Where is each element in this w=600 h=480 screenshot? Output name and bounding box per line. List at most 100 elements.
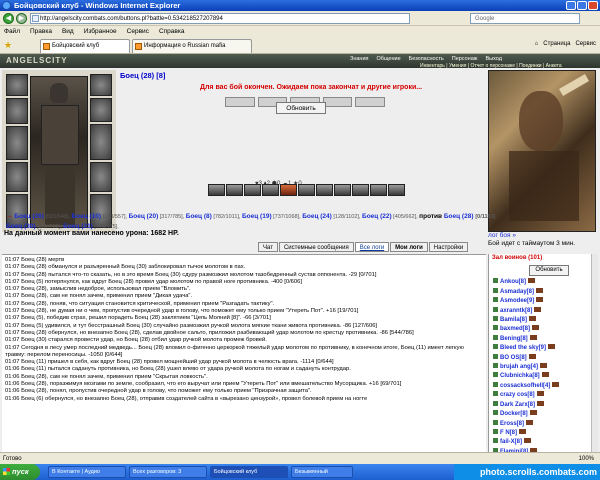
task-combats[interactable]: Бойцовский клуб	[210, 466, 288, 478]
refresh-list-button[interactable]: Обновить	[529, 265, 569, 277]
info-icon[interactable]	[528, 278, 535, 284]
warrior-item[interactable]: Asmaday[8]	[489, 287, 598, 297]
info-icon[interactable]	[540, 363, 548, 369]
team-fighter[interactable]: Боец (8) [782/1011],	[186, 213, 242, 220]
team-fighter[interactable]: Боец (22) [405/662],	[362, 213, 419, 220]
menu-edit[interactable]: Правка	[30, 26, 52, 37]
menu-file[interactable]: Файл	[4, 26, 20, 37]
menu-character[interactable]: Персонаж	[452, 56, 478, 62]
team-fighter[interactable]: Боец (30) [229/788],	[6, 223, 63, 230]
info-icon[interactable]	[534, 306, 542, 312]
warrior-item[interactable]: Asmodee[9]	[489, 297, 598, 306]
maximize-button[interactable]	[577, 1, 587, 10]
team-fighter[interactable]: Боец (24) [128/1102],	[302, 213, 362, 220]
skill-icon[interactable]	[334, 184, 351, 196]
menu-help[interactable]: Справка	[159, 26, 185, 37]
zone-box[interactable]	[355, 97, 385, 107]
menu-tools[interactable]: Сервис	[127, 26, 149, 37]
team-fighter[interactable]: Боец (26) [515/640],	[14, 213, 71, 220]
close-button[interactable]	[588, 1, 598, 10]
gloves-slot-icon[interactable]	[90, 162, 112, 192]
tab-combats[interactable]: Бойцовский клуб	[40, 39, 130, 53]
url-field[interactable]: http://angelscity.combats.com/buttons.pl…	[30, 13, 410, 24]
skill-icon[interactable]	[370, 184, 387, 196]
zone-box[interactable]	[322, 97, 353, 107]
skill-icon[interactable]	[280, 184, 297, 196]
helmet-slot-icon[interactable]	[6, 74, 28, 96]
tab-settings[interactable]: Настройки	[428, 242, 469, 252]
task-untitled-1[interactable]: Безымянный	[291, 466, 353, 478]
menu-view[interactable]: Вид	[62, 26, 74, 37]
warrior-item[interactable]: Bleed the sky[9]	[489, 344, 598, 353]
info-icon[interactable]	[524, 438, 532, 444]
info-icon[interactable]	[529, 410, 537, 416]
favorites-star-icon[interactable]: ★	[4, 40, 12, 51]
earring-slot-icon[interactable]	[90, 74, 112, 96]
task-conversations[interactable]: Всех разговоров: 3	[129, 466, 207, 478]
info-icon[interactable]	[552, 381, 560, 387]
info-icon[interactable]	[532, 325, 540, 331]
skill-icon[interactable]	[262, 184, 279, 196]
menu-favorites[interactable]: Избранное	[84, 26, 117, 37]
armor-slot-icon[interactable]	[6, 162, 28, 192]
tab-chat[interactable]: Чат	[258, 242, 278, 252]
skill-icon[interactable]	[226, 184, 243, 196]
fighter-name[interactable]: Боец (28) [8]	[120, 71, 165, 80]
menu-knowledge[interactable]: Знания	[350, 56, 369, 62]
info-icon[interactable]	[536, 287, 544, 293]
warrior-item[interactable]: BO OS[8]	[489, 353, 598, 363]
battle-log-link[interactable]: лог боя »	[488, 232, 516, 239]
info-icon[interactable]	[536, 391, 544, 397]
menu-chat[interactable]: Общение	[377, 56, 401, 62]
warrior-item[interactable]: brujah ang[4]	[489, 363, 598, 372]
warrior-item[interactable]: Clubnichka[8]	[489, 372, 598, 381]
menu-exit[interactable]: Выход	[485, 56, 501, 62]
skill-icon[interactable]	[352, 184, 369, 196]
skill-icon[interactable]	[388, 184, 405, 196]
warrior-item[interactable]: Bening[8]	[489, 334, 598, 344]
weapon-slot-icon[interactable]	[6, 126, 28, 160]
refresh-button[interactable]: Обновить	[276, 102, 326, 114]
team-fighter[interactable]: Боец (10) [173/557],	[71, 213, 128, 220]
info-icon[interactable]	[529, 334, 537, 340]
skill-icon[interactable]	[316, 184, 333, 196]
team-fighter[interactable]: Боец (19) [737/1068],	[242, 213, 302, 220]
tab-system-messages[interactable]: Системные сообщения	[278, 242, 354, 252]
warrior-item[interactable]: baxmed[8]	[489, 325, 598, 334]
tab-all-logs[interactable]: Все логи	[354, 242, 390, 252]
info-icon[interactable]	[529, 316, 537, 322]
tab-my-logs[interactable]: Мои логи	[390, 242, 428, 252]
info-icon[interactable]	[541, 372, 549, 378]
game-sub-menu[interactable]: Инвентарь | Умения | Отчет о персонаже |…	[420, 63, 562, 69]
search-input[interactable]: Google	[470, 13, 580, 24]
ring-slot-icon[interactable]	[90, 98, 112, 122]
warrior-item[interactable]: Docker[8]	[489, 410, 598, 419]
warrior-item[interactable]: Ankou[8]	[489, 278, 598, 287]
tools-menu[interactable]: Сервис	[575, 41, 596, 47]
tab-russian-mafia[interactable]: Информация о Russian mafia	[132, 39, 252, 53]
forward-arrow-icon[interactable]: ▶	[16, 13, 27, 24]
team-fighter[interactable]: Боец (21) [475/475],	[63, 223, 119, 230]
amulet-slot-icon[interactable]	[6, 98, 28, 124]
warrior-item[interactable]: F N[8]	[489, 428, 598, 438]
info-icon[interactable]	[528, 353, 536, 359]
page-menu[interactable]: Страница	[543, 41, 570, 47]
skill-icon[interactable]	[298, 184, 315, 196]
team-right-fighter[interactable]: Боец (28) [0/1153]	[444, 213, 496, 220]
info-icon[interactable]	[537, 400, 545, 406]
skill-icon[interactable]	[208, 184, 225, 196]
info-icon[interactable]	[536, 297, 544, 303]
warrior-item[interactable]: cossacksofhell[4]	[489, 381, 598, 391]
info-icon[interactable]	[548, 344, 556, 350]
warrior-item[interactable]: Bamila[8]	[489, 316, 598, 325]
home-icon[interactable]: ⌂	[535, 41, 539, 47]
skill-icon[interactable]	[244, 184, 261, 196]
start-button[interactable]: пуск	[0, 464, 40, 480]
info-icon[interactable]	[519, 428, 526, 434]
zone-box[interactable]	[225, 97, 255, 107]
back-arrow-icon[interactable]: ◀	[3, 13, 14, 24]
warrior-item[interactable]: axranntk[8]	[489, 306, 598, 316]
team-fighter[interactable]: Боец (20) [317/785],	[129, 213, 186, 220]
warrior-item[interactable]: fail-X[8]	[489, 438, 598, 447]
task-vkontakte[interactable]: В Контакте | Аудио	[48, 466, 126, 478]
